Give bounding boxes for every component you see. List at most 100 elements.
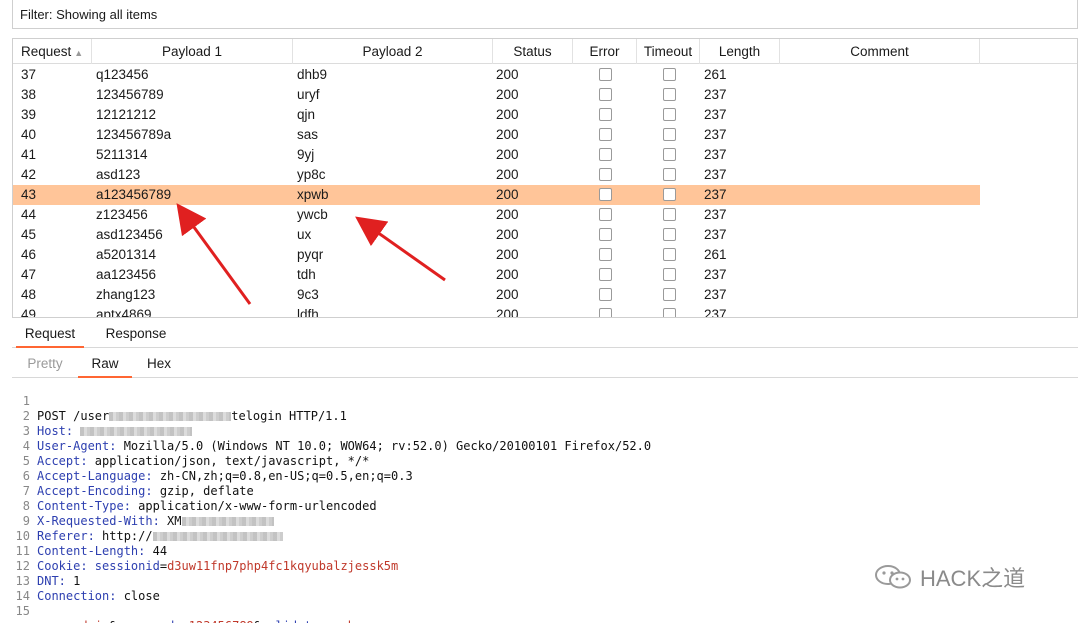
column-header-payload2[interactable]: Payload 2 bbox=[293, 39, 493, 64]
editor-line: 9 Referer: http:// bbox=[12, 499, 283, 543]
header-value: 1 bbox=[65, 574, 81, 588]
line-code: Content-Type: application/x-www-form-url… bbox=[37, 499, 377, 514]
error-checkbox[interactable] bbox=[599, 108, 612, 121]
column-header-status[interactable]: Status bbox=[493, 39, 573, 64]
table-row[interactable]: 41 5211314 9yj 200 237 bbox=[13, 145, 980, 165]
column-header-length[interactable]: Length bbox=[700, 39, 780, 64]
line-code: Accept: application/json, text/javascrip… bbox=[37, 454, 369, 469]
cell-length: 237 bbox=[704, 207, 727, 222]
table-row[interactable]: 40 123456789a sas 200 237 bbox=[13, 125, 980, 145]
cell-length: 237 bbox=[704, 107, 727, 122]
table-row[interactable]: 42 asd123 yp8c 200 237 bbox=[13, 165, 980, 185]
line-code: Referer: http:// bbox=[37, 529, 283, 544]
error-checkbox[interactable] bbox=[599, 168, 612, 181]
cell-status: 200 bbox=[496, 147, 519, 162]
error-checkbox[interactable] bbox=[599, 288, 612, 301]
error-checkbox[interactable] bbox=[599, 248, 612, 261]
param-name: validate bbox=[261, 619, 319, 623]
error-checkbox[interactable] bbox=[599, 188, 612, 201]
filter-bar[interactable]: Filter: Showing all items bbox=[12, 0, 1078, 29]
line-code: User-Agent: Mozilla/5.0 (Windows NT 10.0… bbox=[37, 439, 651, 454]
error-checkbox[interactable] bbox=[599, 88, 612, 101]
redacted-host bbox=[80, 427, 193, 436]
timeout-checkbox[interactable] bbox=[663, 248, 676, 261]
cell-payload2: 9c3 bbox=[297, 287, 319, 302]
tab-request[interactable]: Request bbox=[16, 322, 84, 348]
filter-text: Filter: Showing all items bbox=[20, 7, 158, 22]
editor-line: 7 Content-Type: application/x-www-form-u… bbox=[12, 469, 377, 513]
cell-request: 38 bbox=[21, 87, 37, 102]
error-checkbox[interactable] bbox=[599, 208, 612, 221]
table-row[interactable]: 44 z123456 ywcb 200 237 bbox=[13, 205, 980, 225]
timeout-checkbox[interactable] bbox=[663, 288, 676, 301]
timeout-checkbox[interactable] bbox=[663, 228, 676, 241]
cell-request: 46 bbox=[21, 247, 37, 262]
tab-pretty[interactable]: Pretty bbox=[16, 352, 74, 378]
timeout-checkbox[interactable] bbox=[663, 208, 676, 221]
cell-length: 261 bbox=[704, 247, 727, 262]
cell-payload2: sas bbox=[297, 127, 319, 142]
editor-line: 10 Content-Length: 44 bbox=[12, 514, 168, 558]
cell-length: 237 bbox=[704, 227, 727, 242]
editor-line: 8 X-Requested-With: XM bbox=[12, 484, 274, 528]
error-checkbox[interactable] bbox=[599, 68, 612, 81]
cell-payload1: aptx4869 bbox=[96, 307, 152, 318]
table-row[interactable]: 46 a5201314 pyqr 200 261 bbox=[13, 245, 980, 265]
line-code: Host: bbox=[37, 424, 193, 439]
view-tabs: Pretty Raw Hex bbox=[12, 352, 1078, 378]
cell-payload1: aa123456 bbox=[96, 267, 157, 282]
timeout-checkbox[interactable] bbox=[663, 268, 676, 281]
table-row[interactable]: 48 zhang123 9c3 200 237 bbox=[13, 285, 980, 305]
timeout-checkbox[interactable] bbox=[663, 128, 676, 141]
cell-status: 200 bbox=[496, 307, 519, 318]
header-key: X-Requested-With: bbox=[37, 514, 160, 528]
watermark: HACK之道 bbox=[872, 560, 1025, 594]
table-row[interactable]: 47 aa123456 tdh 200 237 bbox=[13, 265, 980, 285]
cell-status: 200 bbox=[496, 227, 519, 242]
error-checkbox[interactable] bbox=[599, 228, 612, 241]
table-row[interactable]: 39 12121212 qjn 200 237 bbox=[13, 105, 980, 125]
wechat-icon bbox=[875, 565, 911, 589]
timeout-checkbox[interactable] bbox=[663, 68, 676, 81]
timeout-checkbox[interactable] bbox=[663, 188, 676, 201]
cell-payload2: ywcb bbox=[297, 207, 328, 222]
table-row[interactable]: 45 asd123456 ux 200 237 bbox=[13, 225, 980, 245]
cell-status: 200 bbox=[496, 207, 519, 222]
column-header-comment[interactable]: Comment bbox=[780, 39, 980, 64]
column-header-payload1[interactable]: Payload 1 bbox=[92, 39, 293, 64]
timeout-checkbox[interactable] bbox=[663, 108, 676, 121]
timeout-checkbox[interactable] bbox=[663, 88, 676, 101]
column-header-request[interactable]: Request ▲ bbox=[13, 39, 92, 64]
cell-status: 200 bbox=[496, 127, 519, 142]
table-row[interactable]: 49 aptx4869 ldfh 200 237 bbox=[13, 305, 980, 318]
tab-response[interactable]: Response bbox=[96, 322, 176, 348]
cell-payload1: asd123456 bbox=[96, 227, 163, 242]
editor-line: 15 name=admin&password=a123456789&valida… bbox=[12, 589, 355, 623]
table-row[interactable]: 43 a123456789 xpwb 200 237 bbox=[13, 185, 980, 205]
error-checkbox[interactable] bbox=[599, 128, 612, 141]
timeout-checkbox[interactable] bbox=[663, 168, 676, 181]
tab-raw[interactable]: Raw bbox=[78, 352, 132, 378]
line-number: 15 bbox=[15, 604, 30, 618]
cell-length: 237 bbox=[704, 87, 727, 102]
column-header-timeout[interactable]: Timeout bbox=[637, 39, 700, 64]
cell-length: 237 bbox=[704, 287, 727, 302]
column-header-error[interactable]: Error bbox=[573, 39, 637, 64]
editor-line: 5 Accept-Language: zh-CN,zh;q=0.8,en-US;… bbox=[12, 439, 413, 483]
timeout-checkbox[interactable] bbox=[663, 308, 676, 317]
error-checkbox[interactable] bbox=[599, 148, 612, 161]
tab-hex[interactable]: Hex bbox=[136, 352, 182, 378]
line-code: X-Requested-With: XM bbox=[37, 514, 274, 529]
error-checkbox[interactable] bbox=[599, 268, 612, 281]
param-value: admin bbox=[73, 619, 109, 623]
table-row[interactable]: 37 q123456 dhb9 200 261 bbox=[13, 65, 980, 85]
cell-payload1: a5201314 bbox=[96, 247, 157, 262]
cell-length: 237 bbox=[704, 147, 727, 162]
cookie-name: sessionid bbox=[87, 559, 160, 573]
table-row[interactable]: 38 123456789 uryf 200 237 bbox=[13, 85, 980, 105]
line-code: Accept-Language: zh-CN,zh;q=0.8,en-US;q=… bbox=[37, 469, 413, 484]
header-value: application/json, text/javascript, */* bbox=[87, 454, 370, 468]
cell-request: 39 bbox=[21, 107, 37, 122]
error-checkbox[interactable] bbox=[599, 308, 612, 317]
timeout-checkbox[interactable] bbox=[663, 148, 676, 161]
